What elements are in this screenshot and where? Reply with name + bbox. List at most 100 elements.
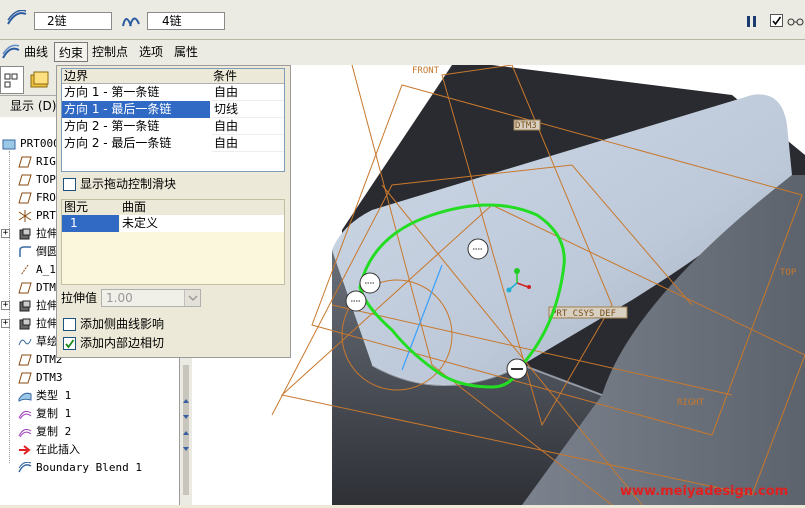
pause-icon[interactable]: [746, 15, 758, 28]
model-tree-tab-icon[interactable]: [0, 66, 24, 94]
add-inner-tangent-label: 添加内部边相切: [80, 336, 165, 350]
show-menu-button[interactable]: 显示 (D): [10, 99, 56, 114]
boundary-blend-icon: [18, 461, 32, 474]
tab-control-points[interactable]: 控制点: [88, 42, 132, 62]
extrude-icon: [18, 318, 32, 330]
tree-item[interactable]: 在此插入: [18, 441, 80, 459]
stretch-value-field[interactable]: 1.00: [101, 289, 201, 307]
tree-item[interactable]: + 拉伸: [1, 297, 58, 315]
tree-item-label: 复制 1: [36, 407, 72, 420]
tree-item-label: 拉伸: [36, 299, 58, 312]
insert-here-icon: [18, 444, 32, 456]
extrude-icon: [18, 228, 32, 240]
datum-top-label: TOP: [780, 268, 797, 278]
datum-plane-icon: [18, 372, 32, 384]
tree-item[interactable]: RIG: [18, 153, 56, 171]
boundary-row-name[interactable]: 方向 1 - 第一条链: [62, 84, 210, 101]
tree-item[interactable]: + 拉伸: [1, 315, 58, 333]
boundary-row-condition[interactable]: 自由: [212, 118, 284, 135]
part-icon: [2, 138, 16, 150]
round-icon: [18, 246, 32, 258]
add-side-curve-label: 添加侧曲线影响: [80, 317, 165, 331]
boundary-row-condition[interactable]: 自由: [212, 135, 284, 152]
chain-direction1-icon[interactable]: [6, 9, 28, 28]
boundary-column-header: 边界: [64, 69, 89, 83]
datum-front-label: FRONT: [412, 66, 440, 76]
boundary-row-name[interactable]: 方向 2 - 第一条链: [62, 118, 210, 135]
stretch-value-label: 拉伸值: [61, 291, 98, 305]
stretch-dropdown-arrow-icon[interactable]: [184, 290, 200, 306]
dashboard-bar: 2链 4链: [0, 0, 805, 40]
curves-tab-icon: [2, 44, 20, 60]
tree-item[interactable]: Boundary Blend 1: [18, 459, 142, 477]
direction1-chain-field[interactable]: 2链: [34, 12, 112, 30]
tree-item-label: 复制 2: [36, 425, 72, 438]
constraints-panel: 边界 条件 方向 1 - 第一条链 自由 方向 1 - 最后一条链 切线 方向 2 - …: [56, 65, 291, 358]
copy-icon: [18, 408, 32, 420]
reference-table-header: 图元 曲面: [62, 200, 284, 215]
tree-item[interactable]: + 拉伸: [1, 225, 58, 243]
tree-show-bar: 显示 (D): [0, 95, 56, 117]
tree-item[interactable]: 草绘: [18, 333, 58, 351]
boundary-table-header: 边界 条件: [62, 69, 284, 84]
copy-icon: [18, 426, 32, 438]
tree-scrollbar[interactable]: [180, 355, 192, 505]
reference-row-surface[interactable]: 未定义: [120, 215, 284, 232]
datum-plane-icon: [18, 354, 32, 366]
element-column-header: 图元: [64, 200, 89, 214]
add-side-curve-option[interactable]: 添加侧曲线影响: [63, 316, 164, 332]
tree-item[interactable]: 类型 1: [18, 387, 71, 405]
sketch-icon: [18, 336, 32, 348]
tree-item[interactable]: DTM3: [18, 369, 63, 387]
tree-item[interactable]: DTM: [18, 279, 56, 297]
tab-options[interactable]: 选项: [135, 42, 167, 62]
boundary-row-name[interactable]: 方向 2 - 最后一条链: [62, 135, 210, 152]
preview-checkbox[interactable]: [770, 14, 783, 27]
tree-item[interactable]: FRO: [18, 189, 56, 207]
datum-dtm3-label: DTM3: [515, 121, 537, 131]
tree-item[interactable]: 倒圆: [18, 243, 58, 261]
tree-item-label: A_1: [36, 263, 56, 276]
tab-constraints[interactable]: 约束: [54, 42, 89, 62]
folder-browser-icon[interactable]: [28, 69, 52, 91]
datum-plane-icon: [18, 174, 32, 186]
tree-item[interactable]: 复制 1: [18, 405, 71, 423]
tab-properties[interactable]: 属性: [170, 42, 202, 62]
show-drag-handles-label: 显示拖动控制滑块: [80, 177, 177, 191]
show-drag-handles-checkbox[interactable]: [63, 178, 76, 191]
axis-icon: [18, 264, 32, 276]
add-inner-tangent-option[interactable]: 添加内部边相切: [63, 335, 164, 351]
csys-label: PRT_CSYS_DEF: [551, 309, 616, 319]
tab-curves[interactable]: 曲线: [20, 42, 52, 62]
boundary-row-condition[interactable]: 切线: [212, 101, 284, 118]
add-side-curve-checkbox[interactable]: [63, 318, 76, 331]
tree-item-label: DTM3: [36, 371, 63, 384]
tabs-row: 曲线 约束 控制点 选项 属性: [0, 40, 805, 65]
chain-direction2-icon[interactable]: [120, 10, 142, 28]
tree-item-label: 在此插入: [36, 443, 80, 456]
boundary-row-name[interactable]: 方向 1 - 最后一条链: [62, 101, 210, 118]
tree-item[interactable]: A_1: [18, 261, 56, 279]
tree-item-label: 倒圆: [36, 245, 58, 258]
reference-table: 图元 曲面 1 未定义: [61, 199, 285, 285]
tree-item-label: TOP: [36, 173, 56, 186]
tree-item[interactable]: TOP: [18, 171, 56, 189]
watermark: www.meiyadesign.com: [620, 484, 788, 499]
tree-item-label: RIG: [36, 155, 56, 168]
boundary-table: 边界 条件 方向 1 - 第一条链 自由 方向 1 - 最后一条链 切线 方向 2 - …: [61, 68, 285, 172]
tree-item-label: DTM: [36, 281, 56, 294]
reference-row-element[interactable]: 1: [62, 215, 119, 232]
boundary-row-condition[interactable]: 自由: [212, 84, 284, 101]
tree-item[interactable]: 复制 2: [18, 423, 71, 441]
tree-item-label: 拉伸: [36, 317, 58, 330]
datum-plane-icon: [18, 282, 32, 294]
tree-item-label: 拉伸: [36, 227, 58, 240]
tree-item-label: 草绘: [36, 335, 58, 348]
direction2-chain-field[interactable]: 4链: [147, 12, 225, 30]
show-drag-handles-option[interactable]: 显示拖动控制滑块: [63, 176, 176, 192]
add-inner-tangent-checkbox[interactable]: [63, 337, 76, 350]
csys-icon: [18, 210, 32, 222]
surface-column-header: 曲面: [122, 200, 147, 214]
glasses-icon[interactable]: [787, 16, 805, 26]
extrude-icon: [18, 300, 32, 312]
